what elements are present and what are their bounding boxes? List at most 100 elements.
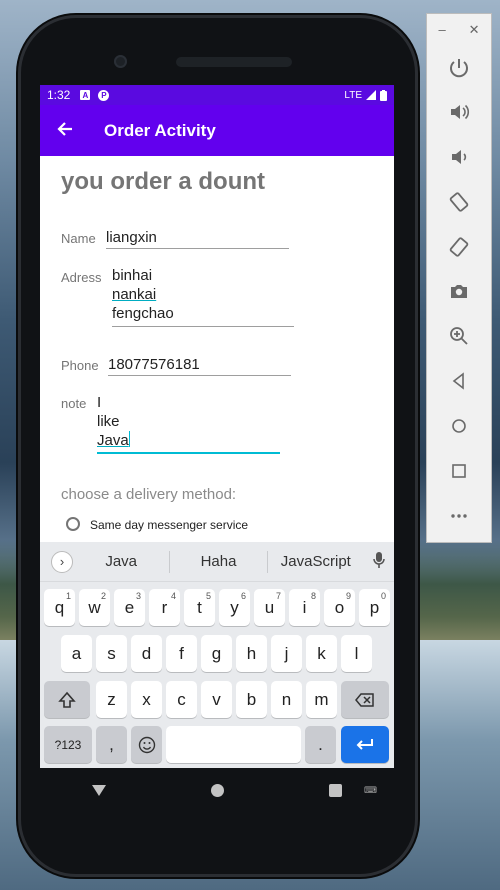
suggestion-javascript[interactable]: JavaScript — [268, 553, 364, 570]
note-line-3: Java — [97, 432, 129, 449]
key-o[interactable]: o9 — [324, 589, 355, 626]
shift-key-icon[interactable] — [44, 681, 90, 718]
nav-home-icon[interactable] — [210, 783, 224, 797]
key-t[interactable]: t5 — [184, 589, 215, 626]
key-letter: e — [124, 597, 135, 617]
note-line-1: I — [97, 394, 102, 411]
key-number-hint: 1 — [65, 591, 71, 601]
key-w[interactable]: w2 — [79, 589, 110, 626]
zoom-icon[interactable] — [445, 322, 473, 350]
phone-label: Phone — [61, 358, 99, 373]
key-p[interactable]: p0 — [359, 589, 390, 626]
key-n[interactable]: n — [271, 681, 302, 718]
key-a[interactable]: a — [61, 635, 92, 672]
key-d[interactable]: d — [131, 635, 162, 672]
more-options-icon[interactable] — [445, 502, 473, 530]
keyboard-switch-icon[interactable]: ⌨ — [364, 785, 377, 796]
space-key[interactable] — [166, 726, 301, 763]
period-key[interactable]: . — [305, 726, 336, 763]
minimize-icon[interactable]: – — [438, 22, 445, 38]
home-circle-icon[interactable] — [445, 412, 473, 440]
key-f[interactable]: f — [166, 635, 197, 672]
key-c[interactable]: c — [166, 681, 197, 718]
rotate-right-icon[interactable] — [445, 233, 473, 261]
key-l[interactable]: l — [341, 635, 372, 672]
front-camera — [114, 55, 127, 68]
key-number-hint: 6 — [240, 591, 246, 601]
enter-key-icon[interactable] — [341, 726, 389, 763]
address-line-3: fengchao — [112, 305, 174, 322]
name-field[interactable]: liangxin — [106, 228, 157, 247]
key-m[interactable]: m — [306, 681, 337, 718]
address-field-underline — [112, 326, 294, 327]
keyboard-row-1: q1w2e3r4t5y6u7i8o9p0 — [40, 589, 394, 626]
soft-keyboard: › Java Haha JavaScript q1w2e3r4t5y6u7i8o… — [40, 542, 394, 768]
key-r[interactable]: r4 — [149, 589, 180, 626]
same-day-radio[interactable] — [66, 517, 80, 531]
note-line-2: like — [97, 413, 120, 430]
key-b[interactable]: b — [236, 681, 267, 718]
close-icon[interactable]: ✕ — [469, 22, 480, 38]
back-triangle-icon[interactable] — [445, 367, 473, 395]
status-bar: 1:32 A P LTE — [40, 85, 394, 105]
power-icon[interactable] — [445, 54, 473, 82]
earpiece-speaker — [176, 57, 292, 67]
key-s[interactable]: s — [96, 635, 127, 672]
volume-up-icon[interactable] — [445, 98, 473, 126]
key-v[interactable]: v — [201, 681, 232, 718]
key-h[interactable]: h — [236, 635, 267, 672]
key-number-hint: 0 — [380, 591, 386, 601]
note-field-underline — [97, 452, 280, 454]
nav-back-icon[interactable] — [92, 784, 107, 796]
address-label: Adress — [61, 270, 102, 285]
key-letter: t — [197, 597, 202, 617]
same-day-radio-label[interactable]: Same day messenger service — [90, 518, 248, 532]
suggestion-strip: › Java Haha JavaScript — [40, 542, 394, 582]
name-field-underline — [106, 248, 289, 249]
system-nav-bar: ⌨ — [40, 768, 394, 812]
key-number-hint: 8 — [310, 591, 316, 601]
key-number-hint: 7 — [275, 591, 281, 601]
phone-field-underline — [108, 375, 291, 376]
camera-icon[interactable] — [445, 277, 473, 305]
key-x[interactable]: x — [131, 681, 162, 718]
notification-p-icon: P — [98, 89, 110, 101]
key-number-hint: 3 — [135, 591, 141, 601]
expand-suggestions-icon[interactable]: › — [51, 550, 73, 573]
key-i[interactable]: i8 — [289, 589, 320, 626]
battery-icon — [380, 89, 387, 101]
note-field[interactable]: I like Java — [97, 393, 130, 450]
address-line-1: binhai — [112, 267, 153, 284]
keyboard-row-3: zxcvbnm — [40, 681, 394, 718]
address-field[interactable]: binhai nankai fengchao — [112, 266, 174, 323]
emulator-toolbar: – ✕ — [426, 13, 492, 543]
rotate-left-icon[interactable] — [445, 188, 473, 216]
key-letter: w — [88, 597, 101, 617]
suggestion-haha[interactable]: Haha — [170, 553, 266, 570]
key-q[interactable]: q1 — [44, 589, 75, 626]
key-e[interactable]: e3 — [114, 589, 145, 626]
key-letter: i — [302, 597, 307, 617]
symbols-key[interactable]: ?123 — [44, 726, 92, 763]
key-z[interactable]: z — [96, 681, 127, 718]
backspace-key-icon[interactable] — [341, 681, 389, 718]
key-k[interactable]: k — [306, 635, 337, 672]
key-u[interactable]: u7 — [254, 589, 285, 626]
key-y[interactable]: y6 — [219, 589, 250, 626]
status-time: 1:32 — [47, 88, 71, 102]
emoji-key-icon[interactable] — [131, 726, 162, 763]
overview-square-icon[interactable] — [445, 457, 473, 485]
comma-key[interactable]: , — [96, 726, 127, 763]
key-j[interactable]: j — [271, 635, 302, 672]
suggestion-java[interactable]: Java — [73, 553, 169, 570]
keyboard-row-4: ?123 , . — [40, 726, 394, 763]
key-letter: o — [334, 597, 345, 617]
microphone-icon[interactable] — [364, 552, 394, 571]
delivery-prompt: choose a delivery method: — [61, 486, 237, 503]
key-number-hint: 4 — [170, 591, 176, 601]
key-g[interactable]: g — [201, 635, 232, 672]
phone-field[interactable]: 18077576181 — [108, 355, 200, 374]
volume-down-icon[interactable] — [445, 143, 473, 171]
nav-recents-icon[interactable] — [328, 783, 342, 797]
back-arrow-icon[interactable] — [40, 118, 90, 144]
